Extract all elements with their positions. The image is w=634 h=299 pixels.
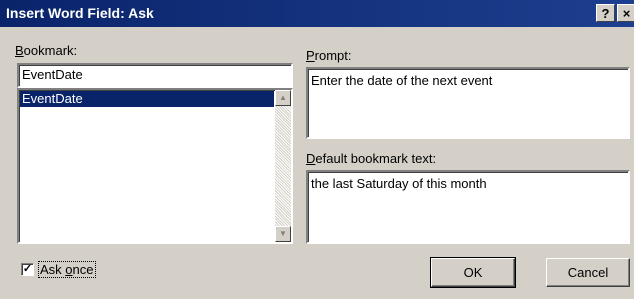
list-scrollbar[interactable]: ▲ ▼ — [275, 90, 291, 242]
help-button[interactable]: ? — [596, 4, 615, 22]
scroll-down-icon[interactable]: ▼ — [275, 226, 291, 242]
bookmark-label: Bookmark: — [15, 43, 78, 58]
list-item[interactable]: EventDate — [20, 91, 274, 107]
cancel-button[interactable]: Cancel — [546, 258, 630, 287]
default-text-label: Default bookmark text: — [306, 151, 437, 166]
ask-once-checkbox[interactable]: ✓ — [21, 263, 34, 276]
prompt-label: Prompt: — [306, 48, 352, 63]
window-title: Insert Word Field: Ask — [6, 5, 154, 21]
title-bar: Insert Word Field: Ask ? × — [0, 0, 634, 27]
ok-button[interactable]: OK — [430, 257, 516, 288]
close-button[interactable]: × — [617, 4, 634, 22]
bookmark-list[interactable]: EventDate ▲ ▼ — [17, 88, 293, 244]
ask-once-label[interactable]: Ask once — [38, 261, 96, 278]
bookmark-input-value: EventDate — [22, 67, 83, 82]
default-text-textarea[interactable]: the last Saturday of this month — [306, 170, 630, 244]
default-text-value: the last Saturday of this month — [311, 176, 487, 191]
prompt-value: Enter the date of the next event — [311, 73, 493, 88]
bookmark-input[interactable]: EventDate — [17, 63, 293, 88]
prompt-textarea[interactable]: Enter the date of the next event — [306, 67, 630, 139]
scroll-up-icon[interactable]: ▲ — [275, 90, 291, 106]
